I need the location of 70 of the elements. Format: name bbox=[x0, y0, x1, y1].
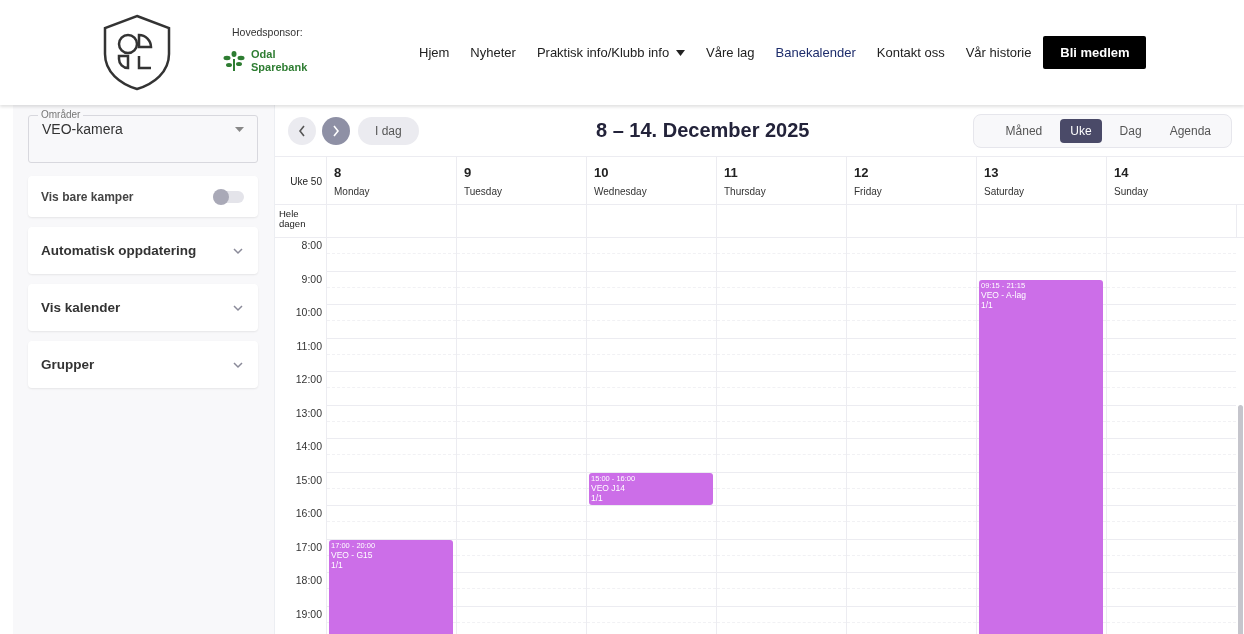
accordion-header[interactable]: Grupper bbox=[28, 341, 258, 388]
toggle-label: Vis bare kamper bbox=[41, 189, 134, 204]
accordion-header[interactable]: Vis kalender bbox=[28, 284, 258, 331]
caret-down-icon bbox=[676, 49, 686, 56]
weekday-label: Sunday bbox=[1114, 186, 1149, 197]
time-label: 8:00 bbox=[301, 239, 322, 251]
day-number: 13 bbox=[984, 165, 1000, 180]
event-title: VEO J14 bbox=[591, 482, 626, 493]
view-tab[interactable]: Måned bbox=[995, 118, 1053, 143]
week-number: Uke 50 bbox=[290, 175, 322, 187]
day-number: 10 bbox=[594, 165, 610, 180]
view-tab[interactable]: Uke bbox=[1060, 118, 1102, 143]
previous-button[interactable] bbox=[288, 116, 316, 145]
event-count: 1/1 bbox=[331, 560, 343, 571]
area-select[interactable]: Områder VEO-kamera bbox=[28, 109, 258, 163]
chevron-down-icon bbox=[232, 360, 244, 369]
time-label: 16:00 bbox=[295, 507, 322, 519]
nav-link[interactable]: Kontakt oss bbox=[876, 45, 945, 60]
time-label: 14:00 bbox=[295, 440, 322, 452]
leaf-logo-icon bbox=[223, 50, 245, 71]
date-range-title: 8 – 14. December 2025 bbox=[596, 119, 810, 142]
caret-down-icon bbox=[235, 126, 244, 132]
weekday-label: Thursday bbox=[724, 186, 767, 197]
accordion-header[interactable]: Automatisk oppdatering bbox=[28, 227, 258, 274]
weekday-label: Wednesday bbox=[594, 186, 648, 197]
day-number: 8 bbox=[334, 165, 343, 180]
toggle-switch[interactable] bbox=[213, 190, 244, 203]
weekday-label: Saturday bbox=[984, 186, 1026, 197]
weekday-label: Friday bbox=[854, 186, 883, 197]
nav-link[interactable]: Nyheter bbox=[470, 45, 516, 60]
all-day-label: Hele dagen bbox=[279, 208, 306, 229]
event-count: 1/1 bbox=[981, 300, 993, 311]
time-label: 18:00 bbox=[295, 574, 322, 586]
section-title: Grupper bbox=[41, 357, 95, 372]
time-label: 12:00 bbox=[295, 373, 322, 385]
next-button[interactable] bbox=[322, 116, 350, 145]
event-title: VEO - G15 bbox=[331, 549, 373, 560]
section-title: Vis kalender bbox=[41, 300, 121, 315]
nav-link[interactable]: Praktisk info/Klubb info bbox=[536, 45, 686, 60]
join-button[interactable]: Bli medlem bbox=[1043, 36, 1147, 69]
time-label: 11:00 bbox=[296, 339, 322, 352]
chevron-down-icon bbox=[232, 246, 244, 255]
time-label: 9:00 bbox=[301, 272, 322, 285]
scrollbar-thumb[interactable] bbox=[1238, 405, 1243, 634]
view-tab[interactable]: Agenda bbox=[1159, 118, 1221, 143]
nav-link[interactable]: Våre lag bbox=[706, 45, 755, 60]
select-label: Områder bbox=[40, 109, 82, 121]
day-number: 9 bbox=[464, 165, 473, 180]
time-label: 19:00 bbox=[295, 607, 322, 620]
day-number: 12 bbox=[854, 165, 870, 180]
time-label: 15:00 bbox=[295, 473, 322, 486]
today-button[interactable]: I dag bbox=[358, 116, 419, 145]
section-title: Automatisk oppdatering bbox=[41, 243, 197, 258]
time-label: 17:00 bbox=[295, 540, 322, 553]
sponsor-label: Hovedsponsor: bbox=[231, 26, 304, 39]
weekday-label: Tuesday bbox=[464, 186, 503, 197]
nav-link[interactable]: Vår historie bbox=[965, 45, 1032, 60]
time-label: 10:00 bbox=[295, 306, 322, 318]
chevron-down-icon bbox=[232, 303, 244, 312]
sponsor-name: Odal Sparebank bbox=[251, 48, 309, 73]
event-title: VEO - A-lag bbox=[981, 289, 1026, 301]
nav-link[interactable]: Hjem bbox=[419, 45, 450, 60]
select-value: VEO-kamera bbox=[42, 121, 123, 137]
day-number: 14 bbox=[1114, 165, 1130, 180]
view-tab[interactable]: Dag bbox=[1109, 118, 1152, 143]
day-number: 11 bbox=[724, 165, 739, 180]
weekday-label: Monday bbox=[334, 186, 371, 197]
event-count: 1/1 bbox=[591, 493, 603, 504]
nav-link[interactable]: Banekalender bbox=[775, 45, 856, 60]
time-label: 13:00 bbox=[295, 406, 322, 419]
